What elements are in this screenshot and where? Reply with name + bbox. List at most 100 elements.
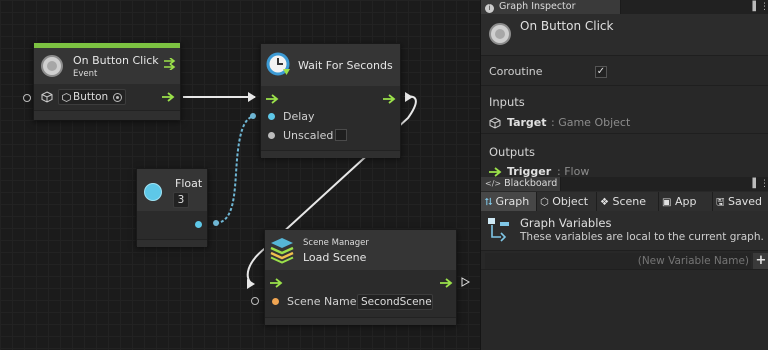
button-click-event-icon: [41, 55, 63, 77]
flow-arrow-icon: [489, 167, 502, 177]
saved-icon: 🖫: [716, 197, 725, 208]
flow-in-port-icon[interactable]: [270, 278, 284, 288]
blackboard-panel: </> Blackboard ▐ ⋮ ⮁ Graph ⬡ Object ❖ Sc…: [480, 177, 768, 350]
flow-out-port-icon[interactable]: [383, 94, 397, 104]
tab-app-label: App: [674, 195, 697, 208]
scene-name-port[interactable]: [272, 298, 279, 305]
node-wait-for-seconds[interactable]: Wait For Seconds Delay Unscaled: [260, 43, 401, 158]
target-field-value: Button: [73, 91, 109, 103]
node-footer: [261, 150, 400, 158]
trigger-output-name: Trigger: [507, 165, 552, 177]
scene-name-label: Scene Name: [287, 295, 357, 308]
value-wire-start-dot: [213, 220, 219, 226]
node-title: Float: [175, 177, 203, 190]
graph-tab-icon: ⮁: [484, 197, 492, 208]
node-body: Scene Name SecondScene: [265, 270, 456, 317]
node-title: Wait For Seconds: [298, 59, 393, 72]
graph-variables-icon: [488, 218, 509, 242]
lock-icon[interactable]: ▐: [749, 178, 756, 190]
tab-saved[interactable]: 🖫 Saved: [713, 192, 768, 211]
coroutine-checkbox[interactable]: ✓: [595, 66, 607, 78]
inspector-title: On Button Click: [520, 19, 614, 33]
target-input-port[interactable]: [23, 94, 31, 102]
trigger-output-row: Trigger : Flow: [481, 163, 768, 177]
scene-name-field[interactable]: SecondScene: [357, 294, 433, 310]
lock-icon[interactable]: ▐: [749, 1, 756, 13]
coroutine-row: Coroutine ✓: [481, 56, 768, 86]
clock-icon: [266, 52, 290, 76]
node-body: Delay Unscaled: [261, 86, 400, 150]
button-click-event-icon: [489, 23, 511, 45]
inputs-header: Inputs: [481, 87, 768, 109]
scene-manager-icon: [270, 238, 294, 264]
cube-icon: [489, 117, 501, 129]
node-footer: [265, 317, 456, 325]
graph-canvas[interactable]: On Button Click Event Button Wait For Se…: [0, 0, 480, 350]
graph-variables-section: Graph Variables These variables are loca…: [481, 211, 768, 251]
flow-in-port-icon[interactable]: [266, 94, 280, 104]
flow-wire-wait-to-load-head: [405, 92, 413, 102]
target-input-type: : Game Object: [551, 116, 631, 129]
node-float[interactable]: Float 3: [136, 168, 208, 247]
graph-inspector-tab[interactable]: i Graph Inspector: [481, 0, 621, 14]
add-variable-button[interactable]: +: [753, 253, 768, 269]
target-input-name: Target: [507, 116, 547, 129]
new-variable-name-input[interactable]: [485, 253, 751, 269]
scene-name-input-port[interactable]: [251, 297, 259, 305]
unscaled-port[interactable]: [268, 132, 275, 139]
tab-label: Graph Inspector: [499, 1, 576, 12]
tab-graph-label: Graph: [495, 195, 530, 208]
value-wire-float-to-delay: [215, 115, 255, 224]
flow-out-port-icon[interactable]: [440, 278, 454, 288]
section-description: These variables are local to the current…: [520, 231, 764, 243]
tab-app[interactable]: ▣ App: [659, 192, 713, 211]
node-on-button-click[interactable]: On Button Click Event Button: [33, 42, 181, 120]
node-header: Float 3: [137, 169, 207, 211]
tab-object[interactable]: ⬡ Object: [537, 192, 597, 211]
section-title: Graph Variables: [520, 216, 612, 230]
node-load-scene[interactable]: Scene Manager Load Scene Scene Name Seco…: [264, 229, 457, 325]
tab-label: Blackboard: [504, 178, 558, 189]
delay-port[interactable]: [268, 113, 275, 120]
coroutine-label: Coroutine: [489, 65, 543, 78]
node-category: Scene Manager: [303, 238, 369, 248]
node-footer: [137, 239, 207, 247]
cube-icon: [41, 91, 53, 103]
node-title: On Button Click: [73, 54, 159, 67]
tab-object-label: Object: [552, 195, 589, 208]
target-field[interactable]: Button: [58, 89, 126, 105]
panel-menu-icon[interactable]: ⋮: [760, 178, 768, 190]
flow-out-port-icon[interactable]: [162, 92, 176, 102]
value-wire-end-dot: [250, 113, 256, 119]
node-header: On Button Click Event: [34, 48, 180, 84]
info-icon: i: [485, 4, 494, 13]
target-input-row: Target : Game Object: [481, 112, 768, 134]
flow-wire-load-head: [247, 279, 255, 289]
flow-out-port-hollow-icon[interactable]: [461, 277, 471, 287]
float-value-field[interactable]: 3: [173, 192, 189, 208]
outputs-label: Outputs: [489, 145, 535, 159]
inputs-label: Inputs: [489, 95, 525, 109]
unscaled-label: Unscaled: [283, 129, 334, 142]
node-body: [137, 211, 207, 239]
new-variable-row: +: [481, 252, 768, 270]
blackboard-tab[interactable]: </> Blackboard: [481, 177, 561, 191]
node-header: Scene Manager Load Scene: [265, 230, 456, 270]
delay-label: Delay: [283, 110, 315, 123]
graph-inspector-panel: i Graph Inspector ▐ ⋮ On Button Click Co…: [480, 0, 768, 177]
node-subtitle: Event: [73, 69, 98, 79]
flow-wire-click-to-wait-head: [248, 92, 256, 102]
blackboard-tabs: ⮁ Graph ⬡ Object ❖ Scene ▣ App 🖫 Saved: [481, 192, 768, 211]
panel-menu-icon[interactable]: ⋮: [760, 1, 768, 13]
tab-graph[interactable]: ⮁ Graph: [481, 192, 537, 211]
cube-icon: ⬡: [540, 197, 549, 208]
tab-scene[interactable]: ❖ Scene: [597, 192, 659, 211]
object-picker-icon[interactable]: [113, 93, 122, 102]
float-output-port[interactable]: [195, 221, 202, 228]
unscaled-checkbox[interactable]: [335, 129, 347, 141]
unity-scene-icon: ❖: [600, 197, 609, 208]
node-header: Wait For Seconds: [261, 44, 400, 86]
coroutine-arrows-icon: [164, 58, 176, 70]
cube-icon: [62, 93, 71, 102]
node-title: Load Scene: [303, 251, 367, 264]
